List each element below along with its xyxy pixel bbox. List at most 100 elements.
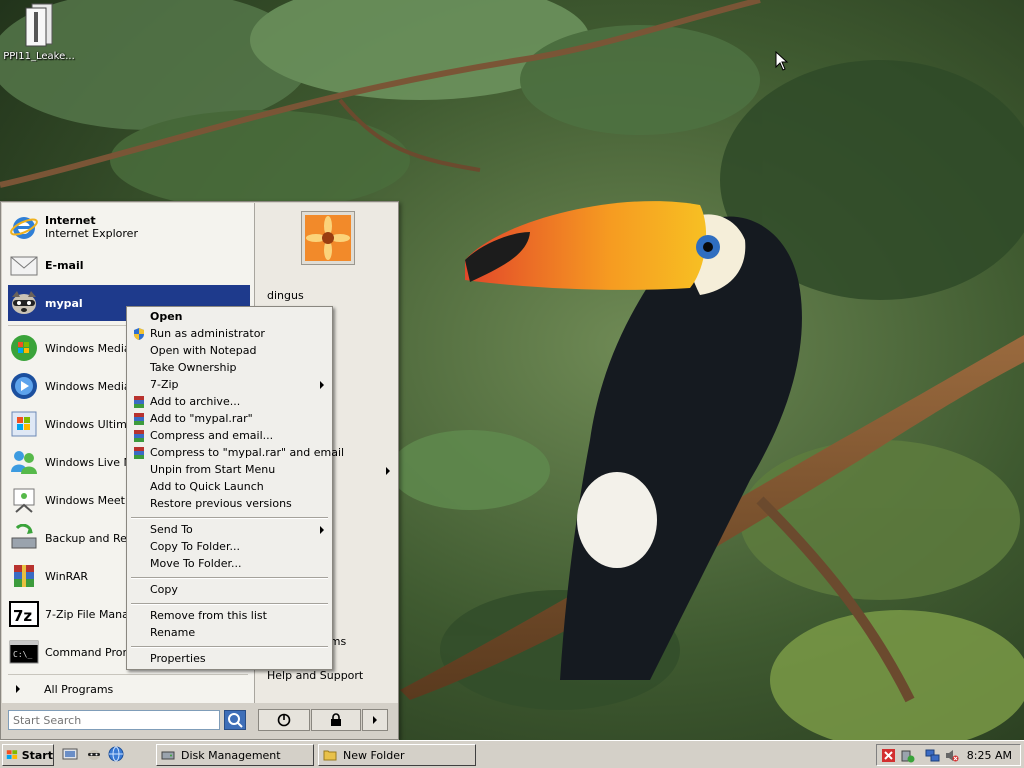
menu-item-label: Add to archive... bbox=[150, 395, 241, 408]
menu-item-compress-and-email[interactable]: Compress and email... bbox=[129, 427, 330, 444]
menu-item-add-to-archive[interactable]: Add to archive... bbox=[129, 393, 330, 410]
taskbar-window-label: Disk Management bbox=[181, 748, 281, 762]
menu-item-label: Add to "mypal.rar" bbox=[150, 412, 253, 425]
pinned-internet-subtitle: Internet Explorer bbox=[45, 227, 138, 240]
clock[interactable]: 8:25 AM bbox=[967, 749, 1012, 762]
power-button[interactable] bbox=[258, 709, 310, 731]
menu-item-restore-previous-versions[interactable]: Restore previous versions bbox=[129, 495, 330, 512]
menu-item-rename[interactable]: Rename bbox=[129, 624, 330, 641]
menu-item-label: Copy To Folder... bbox=[150, 540, 240, 553]
seven-zip-icon: 7z bbox=[9, 601, 39, 627]
menu-item-label: Unpin from Start Menu bbox=[150, 463, 276, 476]
user-folder-link[interactable]: dingus bbox=[267, 289, 304, 302]
command-prompt-icon: C:\_ bbox=[9, 640, 39, 664]
menu-item-open-with-notepad[interactable]: Open with Notepad bbox=[129, 342, 330, 359]
windows-ultimate-extras-icon bbox=[11, 411, 37, 437]
desktop-icon-archive[interactable]: PPI11_Leake... bbox=[0, 2, 78, 62]
pinned-internet[interactable]: Internet Internet Explorer bbox=[8, 209, 250, 245]
taskbar-window-disk-management[interactable]: Disk Management bbox=[156, 744, 314, 766]
search-button[interactable] bbox=[224, 710, 246, 730]
folder-icon bbox=[323, 750, 337, 761]
taskbar: Start Disk Management New Folder 8:25 AM bbox=[0, 740, 1024, 768]
pinned-email[interactable]: E-mail bbox=[8, 247, 250, 283]
menu-item-label: Take Ownership bbox=[150, 361, 237, 374]
pinned-email-title: E-mail bbox=[45, 258, 84, 272]
all-programs-separator bbox=[8, 674, 248, 675]
pinned-internet-title: Internet bbox=[45, 214, 96, 227]
menu-item-7zip[interactable]: 7-Zip bbox=[129, 376, 330, 393]
user-picture[interactable] bbox=[301, 211, 355, 265]
menu-item-move-to-folder[interactable]: Move To Folder... bbox=[129, 555, 330, 572]
menu-item-remove-from-this-list[interactable]: Remove from this list bbox=[129, 607, 330, 624]
email-envelope-icon bbox=[10, 256, 38, 276]
menu-item-label: Copy bbox=[150, 583, 178, 596]
chevron-right-icon bbox=[386, 467, 390, 475]
menu-separator bbox=[131, 646, 328, 648]
recent-label: Windows Ultimat bbox=[45, 417, 138, 431]
menu-item-take-ownership[interactable]: Take Ownership bbox=[129, 359, 330, 376]
chevron-right-icon bbox=[16, 685, 20, 693]
lock-icon bbox=[331, 713, 341, 726]
recent-label: Backup and Rest bbox=[45, 531, 137, 545]
menu-item-label: Move To Folder... bbox=[150, 557, 242, 570]
menu-item-compress-to-mypal-rar-and-email[interactable]: Compress to "mypal.rar" and email bbox=[129, 444, 344, 461]
pinned-mypal-title: mypal bbox=[45, 296, 83, 310]
start-search-input[interactable] bbox=[8, 710, 220, 730]
raccoon-icon[interactable] bbox=[86, 746, 102, 762]
lock-button[interactable] bbox=[311, 709, 361, 731]
search-icon bbox=[228, 713, 243, 728]
context-menu: Open Run as administrator Open with Note… bbox=[126, 306, 344, 670]
winrar-icon bbox=[134, 429, 144, 442]
safely-remove-hardware-icon[interactable] bbox=[900, 748, 915, 763]
desktop-icon-label: PPI11_Leake... bbox=[3, 51, 75, 62]
shutdown-options-button[interactable] bbox=[362, 709, 388, 731]
recent-label: WinRAR bbox=[45, 569, 89, 583]
power-icon bbox=[277, 713, 291, 727]
menu-item-label: Compress to "mypal.rar" and email bbox=[150, 446, 345, 459]
taskbar-window-new-folder[interactable]: New Folder bbox=[318, 744, 476, 766]
menu-item-run-as-administrator[interactable]: Run as administrator bbox=[129, 325, 330, 342]
menu-item-label: Rename bbox=[150, 626, 196, 639]
menu-separator bbox=[131, 517, 328, 519]
uac-shield-icon bbox=[134, 327, 144, 340]
winrar-icon bbox=[134, 395, 144, 408]
menu-item-unpin-from-start-menu[interactable]: Unpin from Start Menu bbox=[129, 461, 330, 478]
start-button-label: Start bbox=[21, 748, 53, 762]
network-icon[interactable] bbox=[925, 748, 940, 763]
svg-text:C:\_: C:\_ bbox=[13, 650, 32, 659]
menu-item-label: Run as administrator bbox=[150, 327, 265, 340]
menu-separator bbox=[131, 577, 328, 579]
backup-restore-icon bbox=[11, 524, 37, 549]
submenu-arrow-icon bbox=[320, 381, 324, 389]
menu-item-label: Send To bbox=[150, 523, 193, 536]
windows-logo-icon bbox=[6, 750, 18, 759]
menu-item-copy[interactable]: Copy bbox=[129, 581, 330, 598]
windows-live-messenger-icon bbox=[11, 451, 37, 474]
start-button[interactable]: Start bbox=[2, 744, 54, 766]
menu-item-label: Remove from this list bbox=[150, 609, 267, 622]
all-programs-label: All Programs bbox=[44, 682, 114, 696]
menu-item-add-to-mypal-rar[interactable]: Add to "mypal.rar" bbox=[129, 410, 330, 427]
mouse-pointer-icon bbox=[775, 51, 789, 71]
show-desktop-icon[interactable] bbox=[62, 746, 78, 762]
menu-item-open[interactable]: Open bbox=[129, 308, 330, 325]
menu-item-copy-to-folder[interactable]: Copy To Folder... bbox=[129, 538, 330, 555]
menu-item-send-to[interactable]: Send To bbox=[129, 521, 330, 538]
all-programs-button[interactable]: All Programs bbox=[8, 678, 248, 700]
svg-text:7z: 7z bbox=[13, 607, 32, 625]
menu-item-label: Add to Quick Launch bbox=[150, 480, 264, 493]
help-and-support-link[interactable]: Help and Support bbox=[267, 669, 363, 682]
globe-icon[interactable] bbox=[108, 746, 124, 762]
security-alert-icon[interactable] bbox=[881, 748, 896, 763]
winrar-icon bbox=[134, 446, 144, 459]
menu-item-add-to-quick-launch[interactable]: Add to Quick Launch bbox=[129, 478, 330, 495]
disk-management-icon bbox=[161, 751, 175, 760]
recent-label: 7-Zip File Manag bbox=[45, 607, 136, 621]
windows-media-player-icon bbox=[11, 373, 37, 399]
menu-item-label: 7-Zip bbox=[150, 378, 179, 391]
volume-muted-icon[interactable] bbox=[944, 748, 959, 763]
raccoon-icon bbox=[12, 291, 36, 314]
menu-item-properties[interactable]: Properties bbox=[129, 650, 330, 667]
windows-meeting-space-icon bbox=[13, 488, 35, 513]
winrar-icon bbox=[134, 412, 144, 425]
